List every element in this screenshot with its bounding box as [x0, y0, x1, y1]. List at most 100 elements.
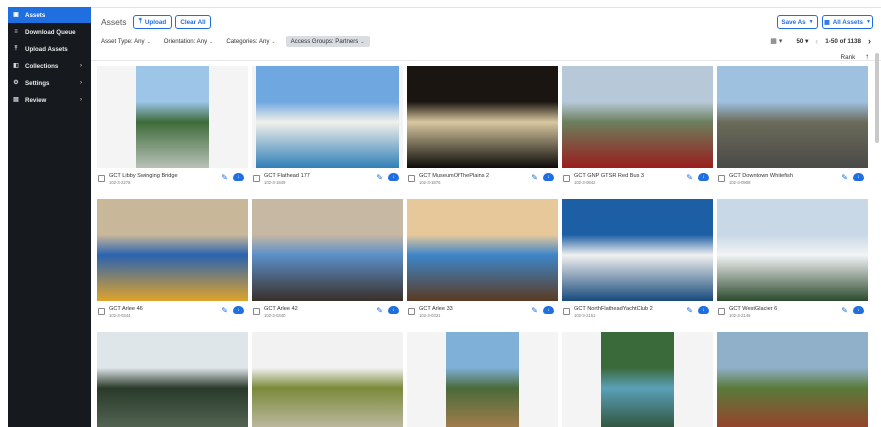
- filter-bar: Asset Type: Any ⌄ Orientation: Any ⌄ Categor…: [101, 35, 383, 47]
- asset-photo: [407, 66, 558, 168]
- asset-info: GCT GNP GTSR Red Bus 3 102-3-0842 ✎ ↓: [562, 171, 713, 191]
- pencil-icon[interactable]: ✎: [686, 173, 693, 182]
- image-type-icon: [98, 175, 105, 182]
- upload-button[interactable]: ⤒ Upload: [133, 15, 172, 29]
- cloud-download-icon[interactable]: ↓: [388, 173, 399, 181]
- asset-photo: [717, 199, 868, 301]
- asset-thumbnail[interactable]: [407, 66, 558, 168]
- filter-dropdown[interactable]: Categories: Any ⌄: [226, 38, 275, 45]
- chevron-down-icon: ▼: [808, 19, 814, 25]
- asset-info: GCT WestGlacier 6 102-3-2145 ✎ ↓: [717, 304, 868, 324]
- asset-thumbnail[interactable]: [97, 66, 248, 168]
- sidebar-item-review[interactable]: ▤ Review ›: [8, 92, 91, 108]
- asset-id: 102-3-2151: [574, 313, 596, 318]
- filter-dropdown[interactable]: Orientation: Any ⌄: [164, 38, 214, 45]
- upload-icon: ⤒: [14, 46, 18, 52]
- pencil-icon[interactable]: ✎: [221, 306, 228, 315]
- sidebar-item-label: Settings: [25, 79, 50, 87]
- next-page-button[interactable]: ›: [868, 36, 871, 46]
- sidebar-item-collections[interactable]: ◧ Collections ›: [8, 58, 91, 74]
- cloud-download-icon[interactable]: ↓: [233, 173, 244, 181]
- asset-thumbnail[interactable]: [252, 66, 403, 168]
- asset-thumbnail[interactable]: [97, 332, 248, 427]
- per-page-select[interactable]: 50 ▾: [789, 38, 808, 45]
- asset-photo: [256, 66, 399, 168]
- cloud-download-icon[interactable]: ↓: [698, 306, 709, 314]
- asset-id: 102-3-0908: [729, 180, 751, 185]
- asset-info: GCT Arlee 33 102-3-0331 ✎ ↓: [407, 304, 558, 324]
- sidebar-item-label: Upload Assets: [25, 45, 68, 53]
- filter-dropdown[interactable]: Access Groups: Partners ⌄: [285, 35, 370, 47]
- main-content: Assets ⤒ Upload Clear All Save As ▼ ▦ Al…: [91, 7, 881, 427]
- view-mode-icon[interactable]: ▦ ▾: [770, 37, 782, 45]
- sidebar-item-assets[interactable]: ▣ Assets: [8, 7, 91, 23]
- chevron-right-icon: ›: [80, 97, 82, 103]
- asset-thumbnail[interactable]: [717, 332, 868, 427]
- save-as-label: Save As: [781, 18, 806, 26]
- divider: [91, 60, 881, 61]
- asset-name: GCT Arlee 33: [419, 306, 453, 312]
- asset-photo: [717, 332, 868, 427]
- cloud-download-icon[interactable]: ↓: [698, 173, 709, 181]
- clear-all-button[interactable]: Clear All: [175, 15, 211, 29]
- pencil-icon[interactable]: ✎: [531, 306, 538, 315]
- chevron-down-icon: ⌄: [209, 38, 214, 45]
- asset-thumbnail[interactable]: [97, 199, 248, 301]
- cloud-download-icon[interactable]: ↓: [233, 306, 244, 314]
- asset-photo: [446, 332, 519, 427]
- filter-label: Asset Type: Any: [101, 37, 145, 45]
- asset-info: GCT Downtown Whitefish 102-3-0908 ✎ ↓: [717, 171, 868, 191]
- pagination: ▦ ▾ 50 ▾ ‹ 1-50 of 1138 ›: [763, 35, 871, 47]
- sidebar: ▣ Assets ≡ Download Queue ⤒ Upload Assets ◧ Col…: [8, 7, 91, 427]
- asset-thumbnail[interactable]: [717, 199, 868, 301]
- chevron-down-icon: ⌄: [360, 38, 365, 45]
- image-type-icon: [408, 175, 415, 182]
- chevron-down-icon: ▼: [865, 19, 871, 25]
- asset-id: 102-3-1876: [419, 180, 441, 185]
- cloud-download-icon[interactable]: ↓: [543, 306, 554, 314]
- asset-id: 102-3-0340: [264, 313, 286, 318]
- asset-thumbnail[interactable]: [562, 199, 713, 301]
- pencil-icon[interactable]: ✎: [841, 306, 848, 315]
- asset-info: GCT Flathead 177 102-3-1849 ✎ ↓: [252, 171, 403, 191]
- filter-dropdown[interactable]: Asset Type: Any ⌄: [101, 38, 151, 45]
- cloud-download-icon[interactable]: ↓: [543, 173, 554, 181]
- asset-photo: [136, 66, 209, 168]
- pencil-icon[interactable]: ✎: [841, 173, 848, 182]
- filter-label: Access Groups: Partners: [290, 37, 359, 45]
- asset-thumbnail[interactable]: [407, 332, 558, 427]
- asset-id: 102-3-0842: [574, 180, 596, 185]
- asset-photo: [407, 199, 558, 301]
- gear-icon: ⚙: [13, 80, 19, 86]
- asset-name: GCT GNP GTSR Red Bus 3: [574, 173, 645, 179]
- pencil-icon[interactable]: ✎: [376, 173, 383, 182]
- pencil-icon[interactable]: ✎: [376, 306, 383, 315]
- all-assets-button[interactable]: ▦ All Assets ▼: [822, 15, 873, 29]
- sidebar-item-download-queue[interactable]: ≡ Download Queue: [8, 24, 91, 40]
- filter-label: Orientation: Any: [163, 37, 208, 45]
- asset-thumbnail[interactable]: [562, 66, 713, 168]
- prev-page-button[interactable]: ‹: [815, 36, 818, 46]
- sidebar-item-settings[interactable]: ⚙ Settings ›: [8, 75, 91, 91]
- asset-thumbnail[interactable]: [717, 66, 868, 168]
- asset-name: GCT Arlee 46: [109, 306, 143, 312]
- cloud-download-icon[interactable]: ↓: [853, 306, 864, 314]
- asset-thumbnail[interactable]: [252, 199, 403, 301]
- asset-info: GCT Libby Swinging Bridge 102-3-2278 ✎ ↓: [97, 171, 248, 191]
- save-as-button[interactable]: Save As ▼: [777, 15, 818, 29]
- cloud-download-icon[interactable]: ↓: [853, 173, 864, 181]
- asset-thumbnail[interactable]: [562, 332, 713, 427]
- scrollbar[interactable]: [875, 53, 879, 143]
- sidebar-item-upload-assets[interactable]: ⤒ Upload Assets: [8, 41, 91, 57]
- asset-id: 102-3-0344: [109, 313, 131, 318]
- review-icon: ▤: [13, 97, 19, 103]
- pencil-icon[interactable]: ✎: [221, 173, 228, 182]
- asset-name: GCT Libby Swinging Bridge: [109, 173, 178, 179]
- pencil-icon[interactable]: ✎: [531, 173, 538, 182]
- asset-photo: [562, 199, 713, 301]
- asset-photo: [562, 66, 713, 168]
- asset-thumbnail[interactable]: [407, 199, 558, 301]
- asset-thumbnail[interactable]: [252, 332, 403, 427]
- cloud-download-icon[interactable]: ↓: [388, 306, 399, 314]
- pencil-icon[interactable]: ✎: [686, 306, 693, 315]
